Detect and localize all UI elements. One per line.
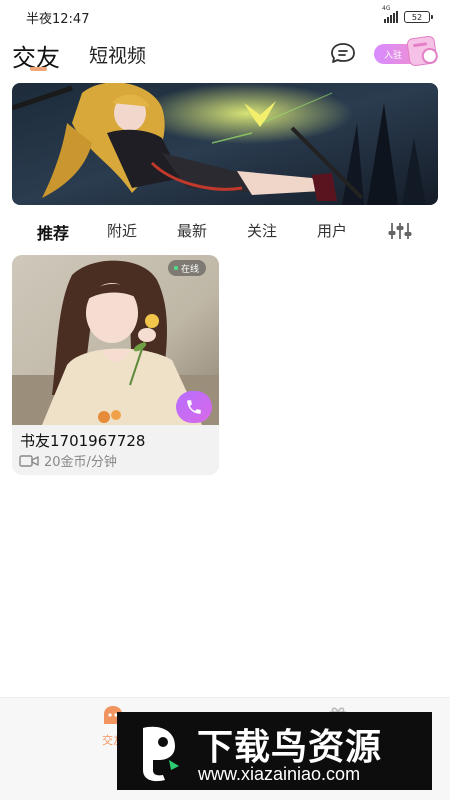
watermark-url: www.xiazainiao.com — [198, 764, 361, 784]
video-call-button[interactable] — [176, 391, 212, 423]
phone-icon — [187, 400, 201, 414]
status-bar: 半夜12:47 4G 52 — [0, 0, 450, 34]
bird-logo-icon — [129, 720, 189, 782]
watermark-title: 下载鸟资源 — [197, 727, 383, 768]
filter-tab-nearby[interactable]: 附近 — [107, 220, 137, 241]
filter-tab-recommended[interactable]: 推荐 — [37, 220, 69, 244]
user-name: 书友1701967728 — [20, 432, 146, 450]
status-right: 4G 52 — [382, 5, 433, 23]
online-dot — [174, 266, 178, 270]
user-price: 20金币/分钟 — [44, 455, 117, 470]
user-price-row: 20金币/分钟 — [19, 451, 117, 470]
join-card-icon — [406, 35, 438, 67]
video-camera-icon — [19, 454, 39, 467]
filter-tab-users[interactable]: 用户 — [317, 220, 347, 241]
tab-active-indicator — [30, 67, 47, 71]
message-icon[interactable] — [330, 42, 356, 64]
filter-sliders-icon[interactable] — [386, 222, 414, 240]
user-card[interactable]: 在线 书友1701967728 20金币/分钟 — [12, 255, 219, 475]
join-button[interactable]: 入驻 — [374, 35, 438, 67]
filter-tabs: 推荐 附近 最新 关注 用户 — [0, 214, 450, 246]
banner-illustration — [12, 83, 438, 205]
top-header: 交友 短视频 入驻 — [0, 34, 450, 76]
tab-short-video[interactable]: 短视频 — [89, 41, 146, 68]
watermark-banner: 下载鸟资源 www.xiazainiao.com — [117, 712, 432, 790]
online-status-badge: 在线 — [168, 260, 207, 276]
battery-icon: 52 — [404, 11, 433, 23]
filter-tab-following[interactable]: 关注 — [247, 220, 277, 241]
status-time: 半夜12:47 — [26, 11, 90, 27]
filter-tab-latest[interactable]: 最新 — [177, 220, 207, 241]
signal-icon: 4G — [382, 5, 398, 23]
promo-banner[interactable] — [12, 83, 438, 205]
online-status-text: 在线 — [181, 264, 200, 275]
